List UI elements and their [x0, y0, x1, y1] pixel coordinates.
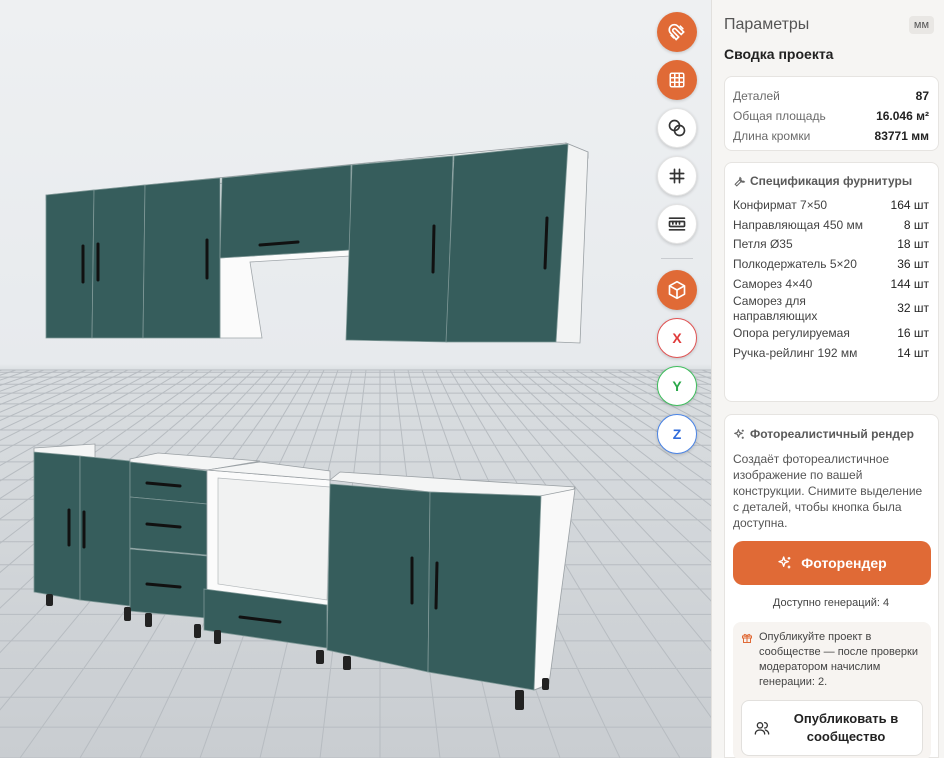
summary-title: Сводка проекта — [724, 46, 834, 62]
publish-community-label: Опубликовать в сообщество — [793, 711, 899, 744]
ruler-icon — [668, 217, 686, 231]
hardware-name: Ручка-рейлинг 192 мм — [733, 345, 858, 360]
hash-grid-tool-button[interactable] — [657, 156, 697, 196]
hardware-row: Конфирмат 7×50 164 шт — [733, 196, 929, 216]
ruler-tool-button[interactable] — [657, 204, 697, 244]
axis-z-button[interactable]: Z — [657, 414, 697, 454]
axis-y-button[interactable]: Y — [657, 366, 697, 406]
grid-icon — [669, 72, 685, 88]
wall-cabinets[interactable] — [45, 142, 589, 344]
magnet-icon — [668, 23, 685, 41]
summary-label: Деталей — [733, 89, 780, 103]
photo-render-title: Фотореалистичный рендер — [750, 427, 914, 441]
sparkles-icon — [778, 556, 791, 569]
sparkles-icon — [734, 428, 744, 439]
hardware-row: Саморез для направляющих 32 шт — [733, 294, 929, 324]
hardware-name: Направляющая 450 мм — [733, 217, 864, 232]
hardware-name: Саморез 4×40 — [733, 276, 813, 291]
unit-badge[interactable]: мм — [908, 16, 934, 34]
hardware-spec-card: Спецификация фурнитуры Конфирмат 7×50 164… — [724, 162, 939, 402]
hardware-spec-header: Спецификация фурнитуры — [733, 172, 929, 190]
hardware-qty: 144 шт — [890, 276, 929, 291]
gift-icon — [742, 633, 752, 643]
summary-value: 87 — [915, 89, 929, 103]
hardware-row: Саморез 4×40 144 шт — [733, 274, 929, 294]
hardware-row: Направляющая 450 мм 8 шт — [733, 216, 929, 236]
hardware-qty: 36 шт — [897, 257, 929, 272]
summary-row: Длина кромки 83771 мм — [733, 126, 929, 146]
hardware-name: Опора регулируемая — [733, 326, 850, 341]
hardware-row: Опора регулируемая 16 шт — [733, 324, 929, 344]
summary-value: 16.046 м² — [876, 109, 929, 123]
hardware-qty: 8 шт — [903, 217, 929, 232]
hardware-qty: 16 шт — [897, 326, 929, 341]
hardware-name: Петля Ø35 — [733, 237, 793, 252]
panel-title: Параметры — [724, 16, 810, 33]
hardware-name: Полкодержатель 5×20 — [733, 257, 857, 272]
photo-render-header: Фотореалистичный рендер — [733, 425, 929, 443]
scene-canvas — [0, 142, 711, 758]
hardware-list: Конфирмат 7×50 164 шт Направляющая 450 мм… — [733, 196, 929, 363]
summary-label: Длина кромки — [733, 129, 811, 143]
hardware-row: Ручка-рейлинг 192 мм 14 шт — [733, 344, 929, 364]
summary-row: Деталей 87 — [733, 86, 929, 106]
hardware-qty: 32 шт — [897, 301, 929, 316]
hardware-qty: 18 шт — [897, 237, 929, 252]
hash-icon — [669, 168, 685, 184]
3d-viewport[interactable]: X Y Z — [0, 0, 711, 758]
summary-value: 83771 мм — [874, 129, 929, 143]
hardware-qty: 164 шт — [890, 198, 929, 213]
axis-y-label: Y — [672, 378, 682, 394]
generations-count: Доступно генераций: 4 — [772, 597, 890, 609]
grid-tool-button[interactable] — [657, 60, 697, 100]
base-cabinets[interactable] — [33, 443, 576, 710]
hardware-qty: 14 шт — [897, 345, 929, 360]
hardware-row: Петля Ø35 18 шт — [733, 235, 929, 255]
axis-x-button[interactable]: X — [657, 318, 697, 358]
photo-render-button-label: Фоторендер — [801, 555, 887, 571]
summary-row: Общая площадь 16.046 м² — [733, 106, 929, 126]
hardware-row: Полкодержатель 5×20 36 шт — [733, 255, 929, 275]
photo-render-description: Создаёт фотореалистичное изображение по … — [733, 452, 923, 530]
publish-community-button[interactable]: Опубликовать в сообщество — [741, 700, 923, 756]
magnet-tool-button[interactable] — [657, 12, 697, 52]
parameters-panel: Параметры мм Сводка проекта Деталей 87 О… — [711, 0, 944, 758]
hardware-spec-title: Спецификация фурнитуры — [750, 174, 913, 188]
panel-header: Параметры мм — [724, 14, 934, 36]
hardware-name: Саморез для направляющих — [733, 293, 818, 323]
summary-label: Общая площадь — [733, 109, 826, 123]
toolbar-separator — [661, 258, 693, 259]
axis-x-label: X — [672, 330, 682, 346]
publish-promo-description: Опубликуйте проект в сообществе — после … — [759, 631, 918, 688]
users-icon — [754, 722, 770, 735]
photo-render-card: Фотореалистичный рендер Создаёт фотореал… — [724, 414, 939, 758]
summary-card: Деталей 87 Общая площадь 16.046 м² Длина… — [724, 76, 939, 151]
hardware-name: Конфирмат 7×50 — [733, 198, 828, 213]
intersect-circles-icon — [668, 119, 686, 137]
intersect-tool-button[interactable] — [657, 108, 697, 148]
cube-icon — [668, 280, 686, 300]
publish-promo-text: Опубликуйте проект в сообществе — после … — [741, 630, 923, 690]
cube-view-button[interactable] — [657, 270, 697, 310]
photo-render-button[interactable]: Фоторендер — [733, 541, 931, 585]
publish-promo: Опубликуйте проект в сообществе — после … — [733, 622, 931, 758]
wrench-icon — [734, 176, 746, 187]
axis-z-label: Z — [672, 426, 682, 442]
